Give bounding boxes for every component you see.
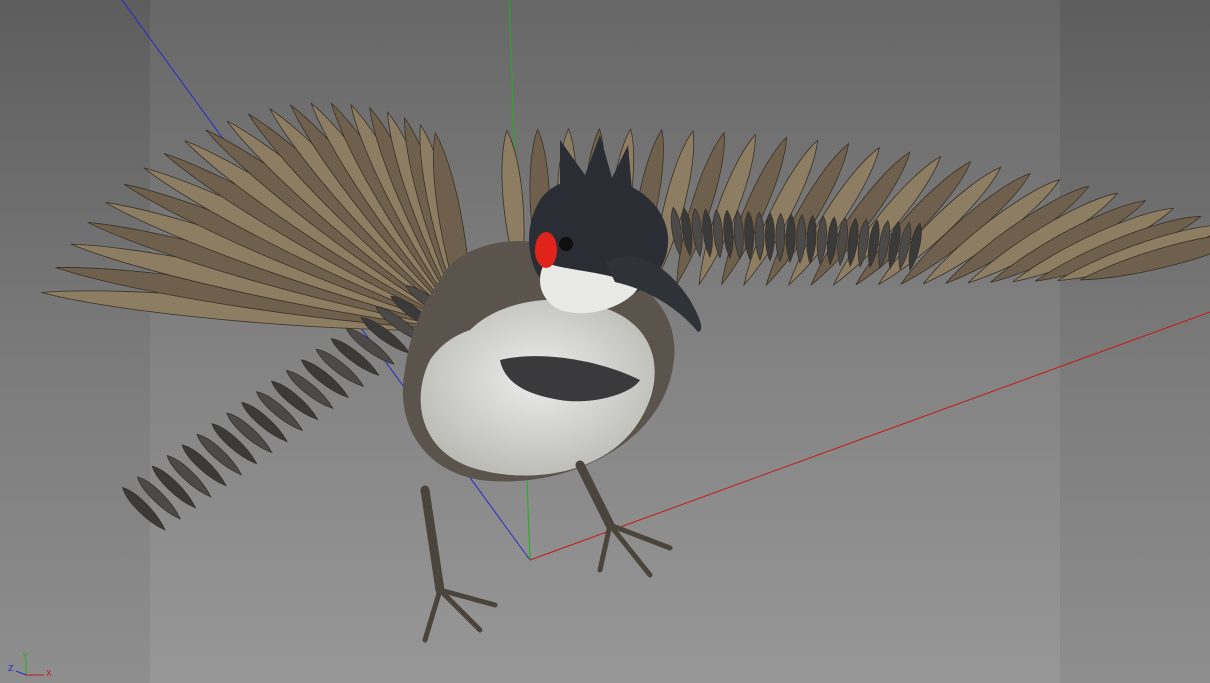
red-cheek-patch — [535, 232, 557, 268]
axis-gizmo: Y X Z — [6, 653, 58, 679]
3d-viewport[interactable]: Y X Z — [0, 0, 1210, 683]
gizmo-x-label: X — [46, 669, 52, 678]
left-wing — [41, 102, 472, 531]
feather — [151, 465, 197, 509]
feather — [226, 412, 273, 454]
feather — [196, 433, 243, 476]
gizmo-z-label: Z — [8, 664, 14, 673]
feather — [211, 423, 258, 465]
bird-legs — [420, 460, 673, 643]
gizmo-y-label: Y — [23, 652, 28, 661]
feather — [285, 369, 334, 410]
feather — [255, 391, 304, 432]
feather — [345, 327, 395, 365]
feather — [241, 401, 288, 443]
scene-canvas[interactable] — [0, 0, 1210, 683]
feather — [181, 444, 227, 487]
gizmo-z-axis — [15, 670, 27, 676]
feather — [300, 359, 350, 399]
feather — [166, 455, 212, 498]
feather — [270, 380, 319, 421]
feather — [122, 487, 166, 531]
feather — [136, 476, 182, 520]
feather — [315, 348, 365, 387]
feather — [330, 338, 380, 376]
